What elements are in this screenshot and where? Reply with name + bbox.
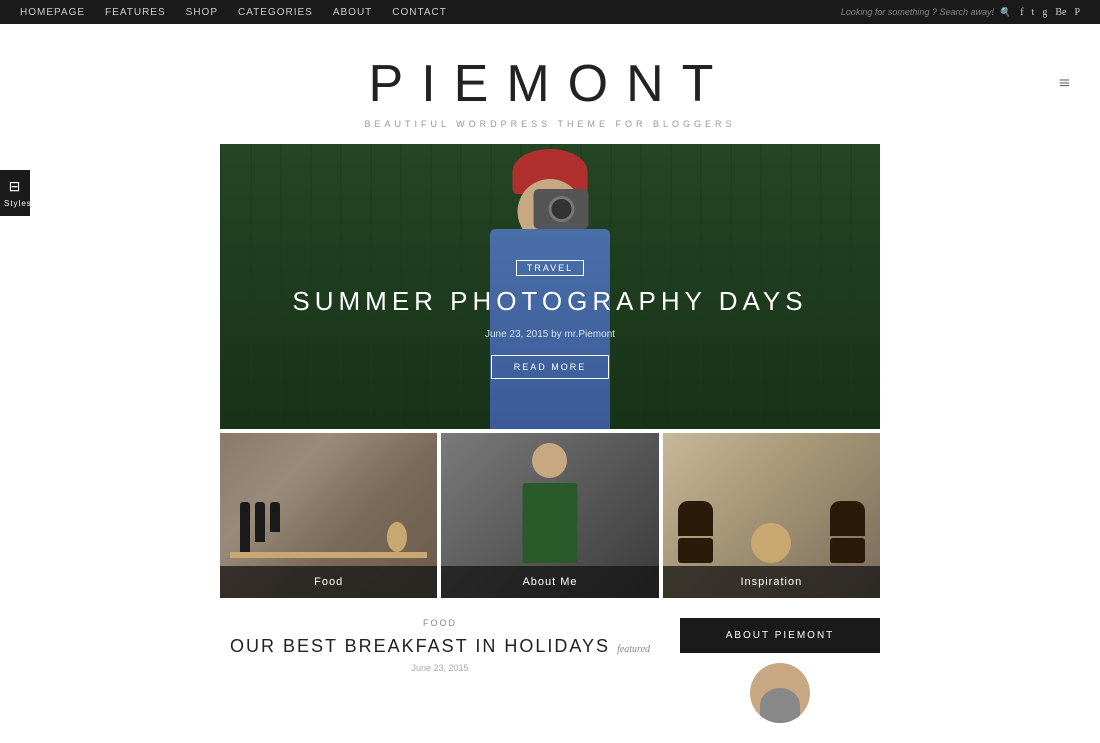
hero-tag: TRAVEL xyxy=(516,260,584,276)
chair-back-r xyxy=(830,501,865,536)
card-grid: Food About me Inspiration xyxy=(220,433,880,598)
round-table xyxy=(751,523,791,563)
nav-features[interactable]: FEATURES xyxy=(105,7,166,18)
search-area: Looking for something ? Search away! 🔍 xyxy=(841,7,1010,18)
article-title: OUR BEST BREAKFAST IN HOLIDAYS featured xyxy=(220,636,660,657)
top-bar-right: Looking for something ? Search away! 🔍 f… xyxy=(841,7,1080,18)
styles-icon: ⊟ xyxy=(4,178,26,195)
hero-meta: June 23, 2015 by mr.Piemont xyxy=(220,329,880,340)
facebook-icon[interactable]: f xyxy=(1020,7,1023,18)
bottle-1 xyxy=(240,502,250,552)
about-piemont-button[interactable]: ABOUT PIEMONT xyxy=(680,618,880,653)
hero-content: TRAVEL SUMMER PHOTOGRAPHY DAYS June 23, … xyxy=(220,258,880,379)
twitter-icon[interactable]: t xyxy=(1032,7,1035,18)
article-date: June 23, 2015 xyxy=(220,663,660,673)
avatar-body xyxy=(760,688,800,723)
avatar xyxy=(750,663,810,723)
chair-left xyxy=(678,501,713,563)
featured-label: featured xyxy=(617,644,650,655)
article-title-text: OUR BEST BREAKFAST IN HOLIDAYS xyxy=(230,636,610,656)
chair-seat-r xyxy=(830,538,865,563)
nav-about[interactable]: ABOUT xyxy=(333,7,372,18)
card-food[interactable]: Food xyxy=(220,433,437,598)
card-aboutme[interactable]: About me xyxy=(441,433,658,598)
pinterest-icon[interactable]: P xyxy=(1074,7,1080,18)
ap-body xyxy=(522,483,577,563)
camera xyxy=(534,189,589,229)
shelf xyxy=(230,552,427,558)
chair-back xyxy=(678,501,713,536)
inspiration-card-label: Inspiration xyxy=(663,566,880,598)
nav-contact[interactable]: CONTACT xyxy=(392,7,447,18)
nav-homepage[interactable]: HOMEPAGE xyxy=(20,7,85,18)
chair-seat xyxy=(678,538,713,563)
food-card-label: Food xyxy=(220,566,437,598)
bottom-right: ABOUT PIEMONT xyxy=(680,618,880,723)
top-bar: HOMEPAGE FEATURES SHOP CATEGORIES ABOUT … xyxy=(0,0,1100,24)
bottle-2 xyxy=(255,502,265,542)
chair-right xyxy=(830,501,865,563)
site-logo[interactable]: PIEMONT xyxy=(20,54,1080,114)
search-placeholder-text: Looking for something ? Search away! xyxy=(841,7,994,17)
site-header: PIEMONT BEAUTIFUL WORDPRESS THEME FOR BL… xyxy=(0,24,1100,144)
bottle-3 xyxy=(270,502,280,532)
bottles xyxy=(240,502,280,552)
food-decoration xyxy=(387,522,407,552)
styles-button[interactable]: ⊟ Styles xyxy=(0,170,30,216)
googleplus-icon[interactable]: g xyxy=(1042,7,1047,18)
behance-icon[interactable]: Be xyxy=(1055,7,1066,18)
hero-image: TRAVEL SUMMER PHOTOGRAPHY DAYS June 23, … xyxy=(220,144,880,429)
top-nav: HOMEPAGE FEATURES SHOP CATEGORIES ABOUT … xyxy=(20,7,447,18)
aboutme-card-label: About me xyxy=(441,566,658,598)
card-inspiration[interactable]: Inspiration xyxy=(663,433,880,598)
ap-head xyxy=(532,443,567,478)
search-icon[interactable]: 🔍 xyxy=(999,7,1010,18)
nav-categories[interactable]: CATEGORIES xyxy=(238,7,313,18)
read-more-button[interactable]: READ MORE xyxy=(491,355,610,379)
nav-shop[interactable]: SHOP xyxy=(186,7,218,18)
social-icons: f t g Be P xyxy=(1020,7,1080,18)
hero-title: SUMMER PHOTOGRAPHY DAYS xyxy=(220,286,880,317)
aboutme-person xyxy=(522,483,577,563)
bottom-left: FOOD OUR BEST BREAKFAST IN HOLIDAYS feat… xyxy=(220,618,660,723)
hero-section: TRAVEL SUMMER PHOTOGRAPHY DAYS June 23, … xyxy=(220,144,880,429)
site-tagline: BEAUTIFUL WORDPRESS THEME FOR BLOGGERS xyxy=(20,119,1080,129)
food-category-tag[interactable]: FOOD xyxy=(220,618,660,628)
bottom-section: FOOD OUR BEST BREAKFAST IN HOLIDAYS feat… xyxy=(220,598,880,743)
styles-label: Styles xyxy=(4,199,32,208)
hamburger-menu-icon[interactable]: ≡ xyxy=(1059,73,1070,96)
